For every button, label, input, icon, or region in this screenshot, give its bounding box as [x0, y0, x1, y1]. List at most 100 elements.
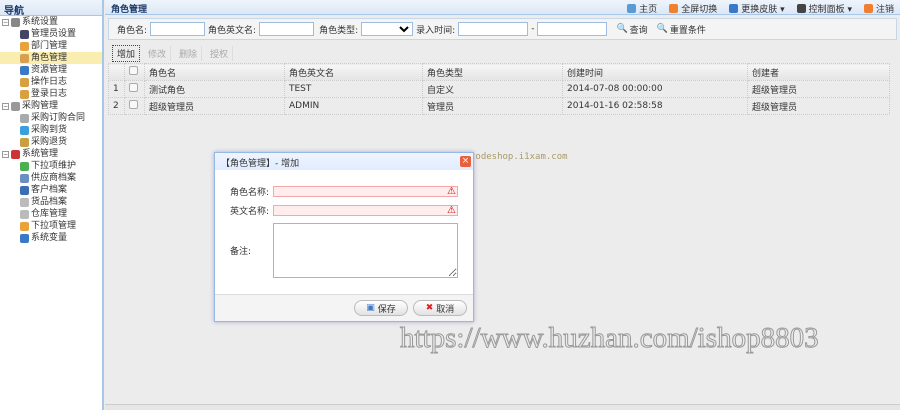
collapse-toggle-icon[interactable]: − [2, 150, 9, 158]
tree-item-icon [20, 77, 29, 87]
end-date-input[interactable] [537, 22, 608, 36]
tree-item-icon [20, 173, 29, 183]
sidebar-item[interactable]: 系统变量 [0, 232, 102, 244]
sidebar-item[interactable]: 操作日志 [0, 76, 102, 88]
sidebar-item[interactable]: 角色管理 [0, 52, 102, 64]
sidebar-item[interactable]: 采购到货 [0, 124, 102, 136]
sidebar-item[interactable]: − 系统设置 [0, 16, 102, 28]
add-button[interactable]: 增加 [112, 45, 141, 62]
cell-type: 自定义 [422, 80, 563, 98]
query-button[interactable]: 🔍 查询 [616, 23, 647, 36]
cell-creator: 超级管理员 [747, 97, 890, 115]
roles-table: 角色名 角色英文名 角色类型 创建时间 创建者 1 测试角色 TEST 自定义 … [108, 63, 890, 115]
select-all-checkbox[interactable] [129, 66, 138, 75]
sidebar-item[interactable]: 登录日志 [0, 88, 102, 100]
cancel-button[interactable]: ✖ 取消 [413, 300, 467, 316]
sidebar-item-label: 仓库管理 [31, 209, 68, 219]
role-name-input[interactable] [150, 22, 206, 36]
cell-type: 管理员 [422, 97, 563, 115]
en-name-field[interactable]: ⚠ [273, 205, 458, 216]
tree-item-icon [20, 41, 29, 51]
role-en-label: 角色英文名: [208, 25, 257, 36]
cancel-icon: ✖ [425, 303, 434, 313]
sidebar-item-label: 采购管理 [22, 101, 59, 111]
top-nav-item[interactable]: 全屏切换 [669, 2, 717, 15]
top-nav-item[interactable]: 注销 [863, 2, 894, 15]
sidebar-item-label: 下拉项维护 [31, 161, 77, 171]
cell-name: 超级管理员 [144, 97, 285, 115]
grant-button[interactable]: 授权 [206, 46, 234, 61]
save-button[interactable]: ▣ 保存 [354, 300, 408, 316]
sidebar-item[interactable]: 供应商档案 [0, 172, 102, 184]
delete-button[interactable]: 删除 [175, 46, 203, 61]
col-creator[interactable]: 创建者 [747, 63, 890, 81]
top-nav-item[interactable]: 更换皮肤 ▾ [729, 2, 785, 15]
collapse-toggle-icon[interactable]: − [2, 18, 9, 26]
role-name-field[interactable]: ⚠ [273, 186, 458, 197]
sidebar-item[interactable]: 采购订购合同 [0, 112, 102, 124]
top-nav-item[interactable]: 控制面板 ▾ [796, 2, 852, 15]
col-en[interactable]: 角色英文名 [284, 63, 423, 81]
nav-label: 全屏切换 [681, 5, 718, 15]
tree-item-icon [20, 53, 29, 63]
sidebar-item[interactable]: 部门管理 [0, 40, 102, 52]
row-checkbox[interactable] [129, 83, 138, 92]
tree-item-icon [20, 113, 29, 123]
sidebar-item[interactable]: − 系统管理 [0, 148, 102, 160]
nav-label: 更换皮肤 ▾ [741, 5, 785, 15]
tree-item-icon [20, 65, 29, 75]
close-icon[interactable]: × [460, 156, 471, 167]
sidebar-item-label: 下拉项管理 [31, 221, 77, 231]
edit-button[interactable]: 修改 [144, 46, 172, 61]
role-name-label: 角色名: [117, 25, 148, 36]
collapse-toggle-icon[interactable]: − [2, 102, 9, 110]
col-time[interactable]: 创建时间 [562, 63, 748, 81]
sidebar-item-label: 客户档案 [31, 185, 68, 195]
cell-en: TEST [284, 80, 423, 98]
table-row[interactable]: 1 测试角色 TEST 自定义 2014-07-08 00:00:00 超级管理… [108, 80, 890, 98]
tree-item-icon [20, 89, 29, 99]
dialog-title: 【角色管理】- 增加 [221, 159, 300, 169]
start-date-input[interactable] [458, 22, 529, 36]
sidebar-item[interactable]: 采购退货 [0, 136, 102, 148]
reset-button[interactable]: 🔍 重置条件 [657, 23, 706, 36]
row-number: 2 [108, 97, 125, 115]
sidebar-item-label: 系统管理 [22, 149, 59, 159]
add-role-dialog: 【角色管理】- 增加 × 角色名称: ⚠ 英文名称: ⚠ 备注: ▣ 保存 ✖ 取消 [214, 152, 474, 322]
warning-icon: ⚠ [447, 205, 456, 216]
remark-field-label: 备注: [230, 247, 252, 257]
sidebar-item[interactable]: 客户档案 [0, 184, 102, 196]
row-number: 1 [108, 80, 125, 98]
query-label: 查询 [629, 25, 648, 36]
nav-label: 主页 [639, 5, 658, 15]
sidebar-item[interactable]: 下拉项管理 [0, 220, 102, 232]
sidebar-item[interactable]: 仓库管理 [0, 208, 102, 220]
save-icon: ▣ [366, 303, 375, 313]
col-name[interactable]: 角色名 [144, 63, 285, 81]
nav-icon [627, 4, 637, 13]
sidebar-item[interactable]: 管理员设置 [0, 28, 102, 40]
tree-item-icon [20, 209, 29, 219]
tree-item-icon [20, 197, 29, 207]
sidebar-item[interactable]: − 采购管理 [0, 100, 102, 112]
table-row[interactable]: 2 超级管理员 ADMIN 管理员 2014-01-16 02:58:58 超级… [108, 97, 890, 115]
sidebar-item-label: 管理员设置 [31, 29, 77, 39]
cell-time: 2014-07-08 00:00:00 [562, 80, 748, 98]
top-nav-item[interactable]: 主页 [627, 2, 657, 15]
sidebar-item-label: 采购订购合同 [31, 113, 86, 123]
sidebar-item-label: 采购到货 [31, 125, 68, 135]
sidebar-item-label: 系统设置 [22, 17, 59, 27]
col-type[interactable]: 角色类型 [422, 63, 563, 81]
sidebar-item-label: 资源管理 [31, 65, 68, 75]
tree-item-icon [11, 17, 20, 27]
role-type-select[interactable] [361, 22, 414, 36]
sidebar-item[interactable]: 资源管理 [0, 64, 102, 76]
remark-textarea[interactable] [273, 223, 458, 278]
role-en-input[interactable] [259, 22, 315, 36]
row-checkbox[interactable] [129, 100, 138, 109]
tree-item-icon [11, 149, 20, 159]
sidebar-item[interactable]: 下拉项维护 [0, 160, 102, 172]
dialog-footer: ▣ 保存 ✖ 取消 [215, 294, 473, 321]
sidebar-item[interactable]: 货品档案 [0, 196, 102, 208]
table-header: 角色名 角色英文名 角色类型 创建时间 创建者 [108, 63, 890, 81]
